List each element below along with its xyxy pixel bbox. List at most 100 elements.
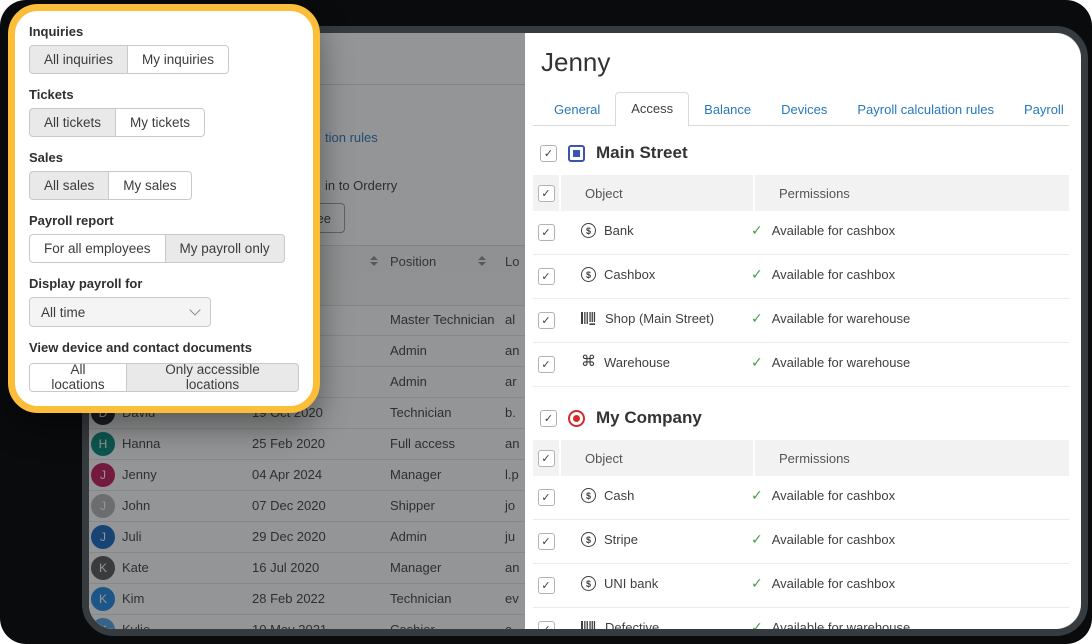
check-icon: ✓	[751, 576, 763, 590]
all-locations-button[interactable]: All locations	[29, 363, 127, 392]
object-column-header: Object	[561, 440, 753, 476]
money-icon: $	[581, 267, 596, 282]
check-icon: ✓	[751, 532, 763, 546]
section-title: Main Street	[596, 143, 688, 163]
documents-toggle: All locations Only accessible locations	[29, 363, 299, 392]
permission-text: Available for warehouse	[772, 620, 911, 629]
for-all-employees-button[interactable]: For all employees	[29, 234, 166, 263]
tab-devices[interactable]: Devices	[766, 94, 842, 125]
row-checkbox[interactable]: ✓	[538, 621, 555, 629]
employee-dialog: Jenny General Access Balance Devices Pay…	[525, 33, 1081, 629]
check-icon: ✓	[751, 267, 763, 281]
tab-payroll[interactable]: Payroll	[1009, 94, 1079, 125]
permission-row: ✓ Shop (Main Street) ✓Available for ware…	[533, 299, 1069, 343]
section-main-street: ✓ Main Street	[540, 143, 1069, 163]
display-payroll-group: Display payroll for All time	[29, 276, 299, 327]
permissions-table-header: ✓ Object Permissions	[533, 440, 1069, 476]
permission-row: ✓ $Bank ✓Available for cashbox	[533, 211, 1069, 255]
payroll-report-toggle: For all employees My payroll only	[29, 234, 285, 263]
selected-period: All time	[41, 305, 85, 320]
permissions-table-main-street: ✓ Object Permissions ✓ $ Bank ✓ Available …	[533, 175, 1069, 387]
permission-text: Available for warehouse	[772, 355, 911, 370]
section-title: My Company	[596, 408, 702, 428]
inquiries-group: Inquiries All inquiries My inquiries	[29, 24, 299, 74]
command-icon: ⌘	[581, 355, 596, 368]
section-checkbox[interactable]: ✓	[540, 410, 557, 427]
group-label: Display payroll for	[29, 276, 299, 291]
row-checkbox[interactable]: ✓	[538, 268, 555, 285]
group-label: Tickets	[29, 87, 299, 102]
barcode-icon	[581, 311, 597, 326]
row-checkbox[interactable]: ✓	[538, 224, 555, 241]
composite-canvas: tion rules in to Orderry ee Position Lo …	[0, 0, 1092, 644]
permission-text: Available for cashbox	[772, 532, 895, 547]
object-name: Cash	[604, 488, 634, 503]
permissions-column-header: Permissions	[755, 440, 1069, 476]
permission-row: ✓ $ Cashbox ✓ Available for cashbox	[533, 255, 1069, 299]
row-checkbox[interactable]: ✓	[538, 312, 555, 329]
object-name: Bank	[604, 223, 634, 238]
money-icon: $	[581, 532, 596, 547]
object-name: Cashbox	[604, 267, 655, 282]
object-name: Shop (Main Street)	[605, 311, 714, 326]
tab-payroll-calculation-rules[interactable]: Payroll calculation rules	[842, 94, 1009, 125]
select-all-checkbox[interactable]: ✓	[538, 450, 555, 467]
permission-row: ✓ $ Stripe ✓ Available for cashbox	[533, 520, 1069, 564]
my-payroll-only-button[interactable]: My payroll only	[165, 234, 285, 263]
permissions-callout-panel: Inquiries All inquiries My inquiries Tic…	[8, 4, 320, 413]
group-label: Payroll report	[29, 213, 299, 228]
sales-toggle: All sales My sales	[29, 171, 192, 200]
permission-text: Available for cashbox	[772, 267, 895, 282]
select-all-checkbox[interactable]: ✓	[538, 185, 555, 202]
permission-row: ✓ ⌘ Warehouse ✓ Available for warehouse	[533, 343, 1069, 387]
payroll-report-group: Payroll report For all employees My payr…	[29, 213, 299, 263]
permission-text: Available for cashbox	[772, 488, 895, 503]
only-accessible-locations-button[interactable]: Only accessible locations	[126, 363, 299, 392]
tab-access[interactable]: Access	[615, 92, 689, 126]
row-checkbox[interactable]: ✓	[538, 356, 555, 373]
location-square-icon	[568, 145, 585, 162]
tickets-toggle: All tickets My tickets	[29, 108, 205, 137]
barcode-icon	[581, 620, 597, 629]
company-target-icon	[568, 410, 585, 427]
all-inquiries-button[interactable]: All inquiries	[29, 45, 128, 74]
dialog-title: Jenny	[541, 47, 1069, 77]
check-icon: ✓	[751, 355, 763, 369]
tickets-group: Tickets All tickets My tickets	[29, 87, 299, 137]
tab-general[interactable]: General	[539, 94, 615, 125]
my-inquiries-button[interactable]: My inquiries	[127, 45, 229, 74]
sales-group: Sales All sales My sales	[29, 150, 299, 200]
chevron-down-icon	[189, 304, 200, 315]
permission-text: Available for cashbox	[772, 223, 895, 238]
permission-text: Available for cashbox	[772, 576, 895, 591]
group-label: Sales	[29, 150, 299, 165]
my-tickets-button[interactable]: My tickets	[115, 108, 205, 137]
permissions-column-header: Permissions	[755, 175, 1069, 211]
money-icon: $	[581, 576, 596, 591]
permission-text: Available for warehouse	[772, 311, 911, 326]
object-name: Warehouse	[604, 355, 670, 370]
group-label: View device and contact documents	[29, 340, 299, 355]
object-name: Stripe	[604, 532, 638, 547]
row-checkbox[interactable]: ✓	[538, 577, 555, 594]
object-column-header: Object	[561, 175, 753, 211]
section-my-company: ✓ My Company	[540, 408, 1069, 428]
dialog-tabs: General Access Balance Devices Payroll c…	[533, 91, 1069, 126]
permissions-table-header: ✓ Object Permissions	[533, 175, 1069, 211]
permission-row: ✓ Defective ✓Available for warehouse	[533, 608, 1069, 629]
row-checkbox[interactable]: ✓	[538, 489, 555, 506]
section-checkbox[interactable]: ✓	[540, 145, 557, 162]
documents-group: View device and contact documents All lo…	[29, 340, 299, 392]
money-icon: $	[581, 488, 596, 503]
check-icon: ✓	[751, 488, 763, 502]
my-sales-button[interactable]: My sales	[108, 171, 191, 200]
row-checkbox[interactable]: ✓	[538, 533, 555, 550]
all-tickets-button[interactable]: All tickets	[29, 108, 116, 137]
group-label: Inquiries	[29, 24, 299, 39]
tab-balance[interactable]: Balance	[689, 94, 766, 125]
inquiries-toggle: All inquiries My inquiries	[29, 45, 229, 74]
all-sales-button[interactable]: All sales	[29, 171, 109, 200]
money-icon: $	[581, 223, 596, 238]
payroll-period-select[interactable]: All time	[29, 297, 211, 327]
object-name: UNI bank	[604, 576, 658, 591]
